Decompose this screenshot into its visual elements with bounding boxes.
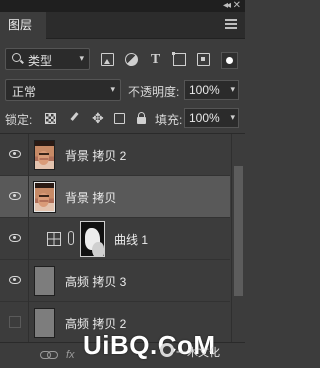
layer-name[interactable]: 背景 拷贝 bbox=[65, 189, 116, 206]
visibility-eye-icon[interactable] bbox=[9, 150, 21, 158]
fill-value: 100% bbox=[189, 111, 220, 125]
blend-mode-value: 正常 bbox=[12, 85, 37, 99]
panel-tab-bar: 图层 bbox=[0, 12, 245, 39]
layer-thumbnail bbox=[33, 181, 56, 213]
layer-row[interactable]: 高频 拷贝 3 bbox=[0, 260, 230, 302]
chevron-down-icon: ▾ bbox=[110, 84, 115, 94]
layer-name[interactable]: 背景 拷贝 2 bbox=[65, 147, 126, 164]
opacity-value: 100% bbox=[189, 83, 220, 97]
lock-label: 锁定: bbox=[5, 113, 33, 127]
layer-thumbnail bbox=[34, 308, 55, 338]
layer-filter-row: 类型 ▾ T bbox=[0, 40, 245, 76]
layer-name[interactable]: 曲线 1 bbox=[114, 231, 148, 248]
layer-mask-thumbnail[interactable] bbox=[80, 221, 105, 257]
collapse-panels-icon[interactable]: ◂◂ bbox=[223, 0, 231, 11]
layer-row[interactable]: 背景 拷贝 bbox=[0, 176, 230, 218]
chevron-down-icon: ▾ bbox=[79, 53, 84, 63]
visibility-off-box[interactable] bbox=[9, 316, 21, 328]
pixel-filter-icon[interactable] bbox=[101, 53, 114, 66]
adjustment-filter-icon[interactable] bbox=[125, 53, 138, 66]
hamburger-menu-icon[interactable] bbox=[225, 19, 237, 31]
opacity-label: 不透明度: bbox=[128, 85, 180, 99]
layers-scrollbar[interactable] bbox=[231, 134, 245, 342]
brand-watermark: 一木文化 bbox=[176, 347, 220, 359]
layers-list: 背景 拷贝 2 背景 拷贝 曲线 1 高频 拷贝 3 高频 拷贝 2 bbox=[0, 134, 230, 342]
layer-thumbnail bbox=[34, 140, 55, 170]
lock-all-icon[interactable] bbox=[136, 112, 147, 124]
type-filter-icon[interactable]: T bbox=[149, 53, 162, 67]
link-layers-icon[interactable] bbox=[40, 351, 58, 359]
layer-thumbnail bbox=[34, 266, 55, 296]
chevron-down-icon[interactable]: ▾ bbox=[230, 84, 235, 95]
fill-field[interactable]: 100% ▾ bbox=[184, 108, 239, 128]
divider bbox=[28, 260, 29, 302]
divider bbox=[28, 176, 29, 218]
blend-opacity-row: 正常 ▾ 不透明度: 100% ▾ bbox=[0, 77, 245, 103]
visibility-eye-icon[interactable] bbox=[9, 234, 21, 242]
opacity-field[interactable]: 100% ▾ bbox=[184, 80, 239, 100]
shape-filter-icon[interactable] bbox=[172, 52, 186, 66]
scrollbar-thumb[interactable] bbox=[234, 166, 243, 296]
tab-layers[interactable]: 图层 bbox=[0, 12, 46, 39]
layer-style-icon[interactable]: fx bbox=[66, 349, 75, 361]
lock-transparent-pixels-icon[interactable] bbox=[45, 113, 56, 124]
layer-name[interactable]: 高频 拷贝 3 bbox=[65, 273, 126, 290]
filter-toggle-switch[interactable] bbox=[221, 52, 238, 69]
divider bbox=[28, 134, 29, 176]
chevron-down-icon[interactable]: ▾ bbox=[230, 112, 235, 123]
smart-object-filter-icon[interactable] bbox=[197, 53, 210, 66]
brand-logo-icon bbox=[160, 343, 174, 357]
close-panel-icon[interactable]: ✕ bbox=[233, 0, 241, 11]
layer-row[interactable]: 曲线 1 bbox=[0, 218, 230, 260]
filter-kind-label: 类型 bbox=[28, 54, 53, 68]
lock-position-icon[interactable]: ✥ bbox=[92, 111, 104, 125]
lock-image-pixels-icon[interactable] bbox=[69, 113, 80, 124]
layer-row[interactable]: 背景 拷贝 2 bbox=[0, 134, 230, 176]
panel-title-strip: ◂◂ ✕ bbox=[0, 0, 245, 12]
link-icon[interactable] bbox=[68, 231, 74, 245]
divider bbox=[28, 218, 29, 260]
curves-adjustment-icon bbox=[47, 232, 61, 246]
visibility-eye-icon[interactable] bbox=[9, 276, 21, 284]
blend-mode-select[interactable]: 正常 ▾ bbox=[5, 79, 121, 101]
filter-kind-select[interactable]: 类型 ▾ bbox=[5, 48, 90, 70]
visibility-eye-icon[interactable] bbox=[9, 192, 21, 200]
divider bbox=[28, 302, 29, 342]
lock-fill-row: 锁定: ✥ 填充: 100% ▾ bbox=[0, 105, 245, 131]
fill-label: 填充: bbox=[155, 113, 183, 127]
lock-artboard-icon[interactable] bbox=[114, 113, 125, 124]
search-icon bbox=[12, 53, 21, 62]
